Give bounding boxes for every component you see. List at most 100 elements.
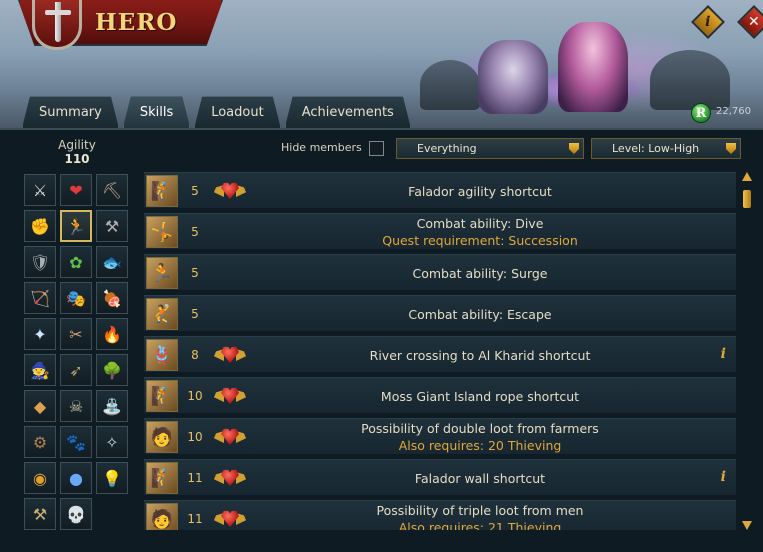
unlock-level: 5 xyxy=(191,266,199,280)
skill-cell[interactable]: 🍖 xyxy=(96,282,128,314)
skill-cell[interactable]: ✂ xyxy=(60,318,92,350)
skill-cell[interactable]: 💡 xyxy=(96,462,128,494)
scrollbar[interactable] xyxy=(742,172,752,530)
unlock-row[interactable]: 🪢 8 River crossing to Al Kharid shortcut i xyxy=(144,336,736,372)
magic-icon: 🧙 xyxy=(30,360,50,380)
escape-icon: 🤾 xyxy=(146,298,178,330)
skill-cell[interactable]: ◉ xyxy=(24,462,56,494)
unlock-description: Combat ability: Escape xyxy=(254,296,706,332)
unlock-row[interactable]: 🧗 5 Falador agility shortcut xyxy=(144,172,736,208)
unlock-title: Possibility of triple loot from men xyxy=(376,503,584,518)
selected-skill-level: 110 xyxy=(64,152,90,166)
category-dropdown-value: Everything xyxy=(417,142,477,155)
river-crossing-icon: 🪢 xyxy=(146,339,178,371)
unlock-description: Falador agility shortcut xyxy=(254,173,706,209)
unlock-row[interactable]: 🤸 5 Combat ability: Dive Quest requirement:… xyxy=(144,213,736,249)
skill-cell[interactable]: 🔥 xyxy=(96,318,128,350)
unlock-title: Combat ability: Dive xyxy=(416,216,544,231)
skill-cell[interactable]: 🎭 xyxy=(60,282,92,314)
unlock-row[interactable]: 🧑 10 Possibility of double loot from farme… xyxy=(144,418,736,454)
defence-icon: 🛡 xyxy=(29,252,51,272)
scroll-down-arrow-icon[interactable] xyxy=(742,521,752,530)
herblore-icon: ✿ xyxy=(69,252,83,272)
skill-cell[interactable]: ✧ xyxy=(96,426,128,458)
skill-cell[interactable]: ❤ xyxy=(60,174,92,206)
skill-cell[interactable]: 🐾 xyxy=(60,426,92,458)
unlock-description: Possibility of triple loot from men Also … xyxy=(254,501,706,530)
divination-icon: ● xyxy=(69,468,83,488)
members-icon xyxy=(214,343,246,367)
category-dropdown[interactable]: Everything xyxy=(396,138,584,159)
wall-shortcut-icon: 🧗 xyxy=(146,462,178,494)
sort-dropdown[interactable]: Level: Low-High xyxy=(591,138,741,159)
tab-loadout[interactable]: Loadout xyxy=(194,96,280,128)
skill-cell[interactable]: 🌳 xyxy=(96,354,128,386)
unlock-title: Combat ability: Surge xyxy=(412,265,548,281)
skill-cell[interactable]: 🐟 xyxy=(96,246,128,278)
skill-cell[interactable]: ➶ xyxy=(60,354,92,386)
unlock-title: Falador agility shortcut xyxy=(408,183,552,199)
coin-count: 22,760 xyxy=(716,106,751,117)
tab-summary[interactable]: Summary xyxy=(22,96,119,128)
members-icon xyxy=(214,384,246,408)
skill-cell[interactable]: 💀 xyxy=(60,498,92,530)
skill-cell[interactable]: 🏃 xyxy=(60,210,92,242)
unlock-requirement: Also requires: 20 Thieving xyxy=(398,438,562,453)
members-icon xyxy=(214,507,246,530)
unlock-level: 11 xyxy=(187,512,203,526)
info-icon[interactable]: i xyxy=(721,346,726,362)
hunter-icon: 🐾 xyxy=(66,432,86,452)
tab-bar: Summary Skills Loadout Achievements xyxy=(22,96,411,128)
scroll-up-arrow-icon[interactable] xyxy=(742,172,752,181)
sort-dropdown-value: Level: Low-High xyxy=(612,142,700,155)
unlock-row[interactable]: 🧗 10 Moss Giant Island rope shortcut xyxy=(144,377,736,413)
skill-cell[interactable]: 🧙 xyxy=(24,354,56,386)
unlock-level: 5 xyxy=(191,184,199,198)
constitution-icon: ❤ xyxy=(69,180,83,200)
skill-cell[interactable]: ✿ xyxy=(60,246,92,278)
scroll-thumb[interactable] xyxy=(743,190,751,208)
skill-cell[interactable]: ⚒ xyxy=(96,210,128,242)
skill-cell[interactable]: ⛲ xyxy=(96,390,128,422)
skill-cell[interactable]: ⚒ xyxy=(24,498,56,530)
skill-cell[interactable]: ⛏ xyxy=(96,174,128,206)
skill-cell[interactable]: ◆ xyxy=(24,390,56,422)
skill-cell[interactable]: 🛡 xyxy=(24,246,56,278)
farming-icon: ⛲ xyxy=(102,396,122,416)
shortcut-icon: 🧗 xyxy=(146,175,178,207)
unlock-requirement: Also requires: 21 Thieving xyxy=(398,520,562,530)
info-icon[interactable]: i xyxy=(721,469,726,485)
unlock-title: River crossing to Al Kharid shortcut xyxy=(369,347,591,363)
tab-achievements[interactable]: Achievements xyxy=(285,96,411,128)
skill-cell[interactable]: ☠ xyxy=(60,390,92,422)
skill-cell[interactable]: 🏹 xyxy=(24,282,56,314)
skill-cell[interactable]: ● xyxy=(60,462,92,494)
skill-cell[interactable]: ⚙ xyxy=(24,426,56,458)
surge-icon: 🏃 xyxy=(146,257,178,289)
skill-grid: ⚔ ❤ ⛏ ✊ 🏃 ⚒ 🛡 ✿ 🐟 🏹 🎭 🍖 ✦ ✂ 🔥 🧙 ➶ 🌳 ◆ ☠ ⛲ ⚙ 🐾 ✧ ◉ ● 💡 ⚒ 💀 xyxy=(24,174,128,530)
unlock-level: 10 xyxy=(187,430,203,444)
crafting-icon: ✂ xyxy=(69,324,83,344)
invention-icon: 💡 xyxy=(102,468,122,488)
unlock-requirement: Quest requirement: Succession xyxy=(382,233,578,248)
ranged-icon: 🏹 xyxy=(30,288,50,308)
fletching-icon: ➶ xyxy=(69,360,83,380)
skill-cell[interactable]: ✦ xyxy=(24,318,56,350)
slayer-icon: ☠ xyxy=(68,396,84,416)
unlock-list: 🧗 5 Falador agility shortcut 🤸 5 Combat abili… xyxy=(144,172,736,530)
skill-cell[interactable]: ✊ xyxy=(24,210,56,242)
unlock-level: 10 xyxy=(187,389,203,403)
unlock-row[interactable]: 🧑 11 Possibility of triple loot from men Al… xyxy=(144,500,736,530)
cooking-icon: 🍖 xyxy=(102,288,122,308)
tab-skills[interactable]: Skills xyxy=(123,96,190,128)
fishing-icon: 🐟 xyxy=(102,252,122,272)
unlock-row[interactable]: 🤾 5 Combat ability: Escape xyxy=(144,295,736,331)
prayer-icon: ✦ xyxy=(33,324,47,344)
unlock-row[interactable]: 🏃 5 Combat ability: Surge xyxy=(144,254,736,290)
summoning-icon: ✧ xyxy=(105,432,119,452)
skill-cell[interactable]: ⚔ xyxy=(24,174,56,206)
members-icon xyxy=(214,425,246,449)
members-icon xyxy=(214,179,246,203)
unlock-row[interactable]: 🧗 11 Falador wall shortcut i xyxy=(144,459,736,495)
hide-members-checkbox[interactable] xyxy=(369,141,384,156)
